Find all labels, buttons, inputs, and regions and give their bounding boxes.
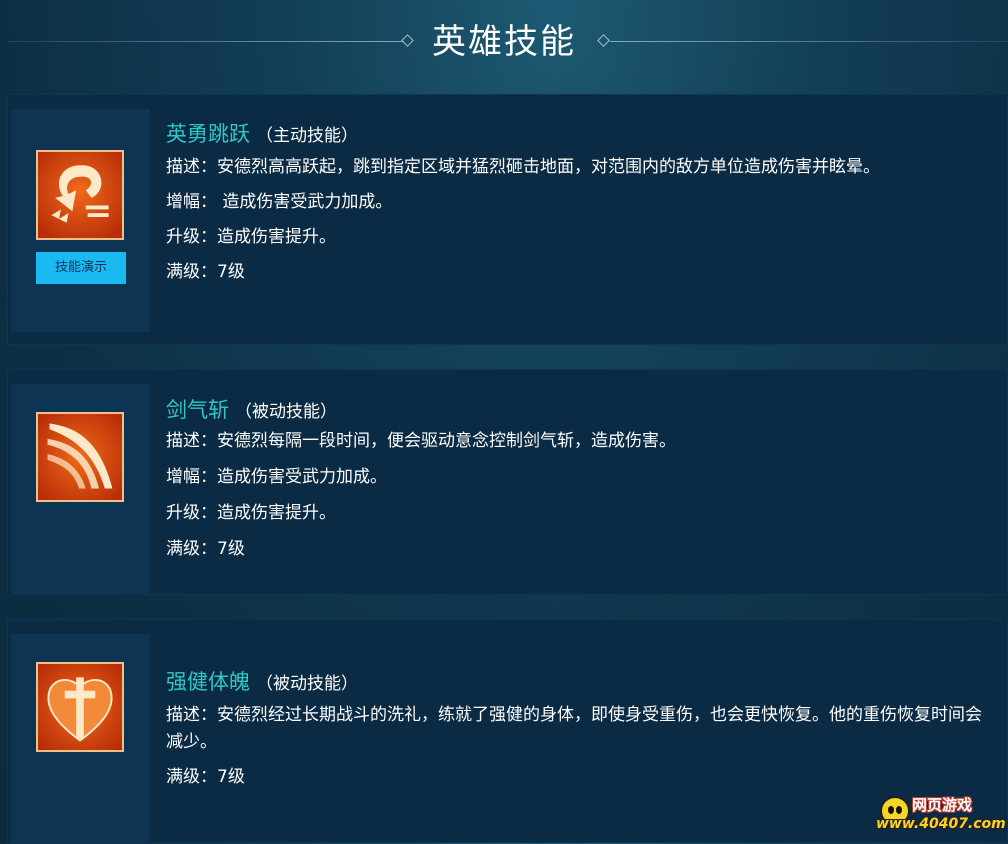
skill-type: （主动技能） — [256, 126, 358, 146]
skill-header: 强健体魄 （被动技能） — [166, 665, 997, 699]
skill-upgrade: 升级：造成伤害提升。 — [166, 503, 336, 523]
skill-scaling: 增幅：造成伤害受武力加成。 — [166, 467, 387, 487]
title-bar: 英雄技能 — [0, 0, 1008, 84]
skill-card: 剑气斩 （被动技能） 描述：安德烈每隔一段时间，便会驱动意念控制剑气斩，造成伤害。… — [7, 369, 1008, 595]
title-divider-right — [610, 41, 1008, 42]
skill-icon-panel: 技能演示 — [11, 109, 150, 332]
skill-card: 技能演示 英勇跳跃 （主动技能） 描述：安德烈高高跃起，跳到指定区域并猛烈砸击地面… — [7, 94, 1008, 345]
heart-cross-icon[interactable] — [36, 662, 124, 752]
skill-max-level: 满级：7级 — [166, 262, 245, 282]
skill-description: 描述：安德烈每隔一段时间，便会驱动意念控制剑气斩，造成伤害。 — [166, 431, 676, 451]
skill-description: 描述：安德烈经过长期战斗的洗礼，练就了强健的身体，即使身受重伤，也会更快恢复。他… — [166, 705, 982, 752]
skill-name: 强健体魄 — [166, 670, 250, 694]
site-watermark-logo: 网页游戏 www.40407.com — [876, 790, 1006, 840]
skill-card: 强健体魄 （被动技能） 描述：安德烈经过长期战斗的洗礼，练就了强健的身体，即使身受… — [7, 619, 1008, 844]
skill-max-level: 满级：7级 — [166, 539, 245, 559]
skill-header: 英勇跳跃 （主动技能） — [166, 117, 997, 151]
skill-content: 强健体魄 （被动技能） 描述：安德烈经过长期战斗的洗礼，练就了强健的身体，即使身受… — [166, 665, 997, 791]
skill-description: 描述：安德烈高高跃起，跳到指定区域并猛烈砸击地面，对范围内的敌方单位造成伤害并眩… — [166, 157, 880, 177]
skill-name: 英勇跳跃 — [166, 122, 250, 146]
skill-name: 剑气斩 — [166, 398, 229, 422]
skill-type: （被动技能） — [235, 402, 337, 422]
sword-slash-icon[interactable] — [36, 412, 124, 502]
skill-content: 剑气斩 （被动技能） 描述：安德烈每隔一段时间，便会驱动意念控制剑气斩，造成伤害。… — [166, 393, 997, 563]
skill-icon-panel — [11, 634, 150, 844]
skill-icon-panel — [11, 384, 150, 594]
skill-upgrade: 升级：造成伤害提升。 — [166, 227, 336, 247]
skill-demo-button[interactable]: 技能演示 — [36, 252, 126, 284]
skill-max-level: 满级：7级 — [166, 767, 245, 787]
skill-type: （被动技能） — [256, 674, 358, 694]
page-title: 英雄技能 — [432, 22, 576, 62]
skill-content: 英勇跳跃 （主动技能） 描述：安德烈高高跃起，跳到指定区域并猛烈砸击地面，对范围内… — [166, 117, 997, 286]
watermark-url: www.40407.com — [876, 816, 1006, 832]
skill-scaling: 增幅： 造成伤害受武力加成。 — [166, 192, 393, 212]
leap-arrow-icon[interactable] — [36, 150, 124, 240]
watermark-title: 网页游戏 — [912, 796, 973, 814]
skill-header: 剑气斩 （被动技能） — [166, 393, 997, 427]
